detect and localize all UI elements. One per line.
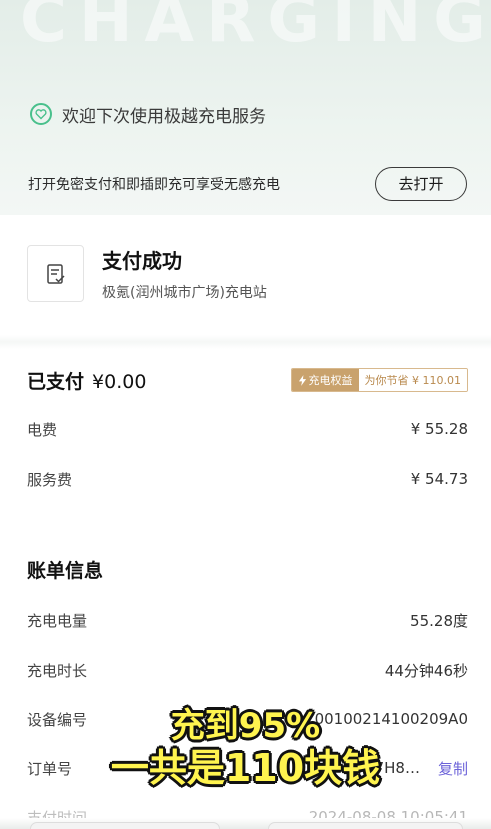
bill-label: 充电电量 (27, 611, 88, 630)
bill-label: 充电时长 (27, 661, 88, 680)
payment-status-title: 支付成功 (102, 249, 182, 273)
lightning-icon (298, 374, 306, 386)
heart-check-icon (30, 103, 52, 125)
fee-row-electricity: 电费 ¥ 55.28 (27, 417, 468, 441)
open-button[interactable]: 去打开 (375, 166, 467, 201)
bill-value: 55.28度 (410, 611, 468, 630)
station-name: 极氪(润州城市广场)充电站 (102, 285, 267, 301)
station-header: 支付成功 极氪(润州城市广场)充电站 (27, 245, 267, 302)
bill-row-device: 设备编号 00100214100209A0 (27, 707, 468, 731)
fee-value: ¥ 55.28 (410, 420, 468, 438)
fee-row-service: 服务费 ¥ 54.73 (27, 467, 468, 491)
benefit-save: 为你节省 ¥ 110.01 (358, 369, 467, 391)
bill-row-order: 订单号 7H8… 复制 (27, 756, 468, 780)
order-value: 7H8… 复制 (375, 758, 468, 779)
benefit-tag: 充电权益 (291, 369, 359, 391)
order-card: 支付成功 极氪(润州城市广场)充电站 已支付 ¥0.00 充电权益 为你节省 ¥ … (0, 215, 491, 829)
paid-label: 已支付 (27, 370, 85, 393)
bottom-button-right[interactable] (268, 822, 463, 829)
section-divider (0, 335, 491, 349)
bill-row-duration: 充电时长 44分钟46秒 (27, 658, 468, 682)
paid-amount: ¥0.00 (92, 370, 147, 393)
benefit-badge[interactable]: 充电权益 为你节省 ¥ 110.01 (290, 368, 468, 392)
copy-button[interactable]: 复制 (438, 758, 468, 779)
paid-row: 已支付 ¥0.00 充电权益 为你节省 ¥ 110.01 (27, 365, 468, 395)
promo-row: 打开免密支付和即插即充可享受无感充电 去打开 (0, 152, 491, 215)
welcome-message: 欢迎下次使用极越充电服务 (30, 100, 266, 128)
top-banner: CHARGING DONE 欢迎下次使用极越充电服务 打开免密支付和即插即充可享… (0, 0, 491, 215)
bottom-button-left[interactable] (30, 822, 220, 829)
bill-value: 7H8… (374, 759, 420, 777)
banner-ghost-text: CHARGING DONE (20, 0, 490, 57)
bill-value: 44分钟46秒 (384, 661, 468, 680)
fee-value: ¥ 54.73 (410, 470, 468, 488)
bill-value: 00100214100209A0 (314, 710, 468, 728)
receipt-icon (27, 245, 84, 302)
fee-label: 服务费 (27, 470, 73, 489)
bill-row-energy: 充电电量 55.28度 (27, 608, 468, 632)
benefit-tag-label: 充电权益 (308, 374, 353, 387)
fee-label: 电费 (27, 420, 58, 439)
promo-text: 打开免密支付和即插即充可享受无感充电 (28, 176, 280, 193)
paid-summary: 已支付 ¥0.00 (27, 367, 146, 394)
bill-label: 设备编号 (27, 710, 88, 729)
bill-label: 订单号 (27, 759, 73, 778)
welcome-text: 欢迎下次使用极越充电服务 (62, 106, 266, 127)
bill-section-title: 账单信息 (27, 560, 104, 582)
